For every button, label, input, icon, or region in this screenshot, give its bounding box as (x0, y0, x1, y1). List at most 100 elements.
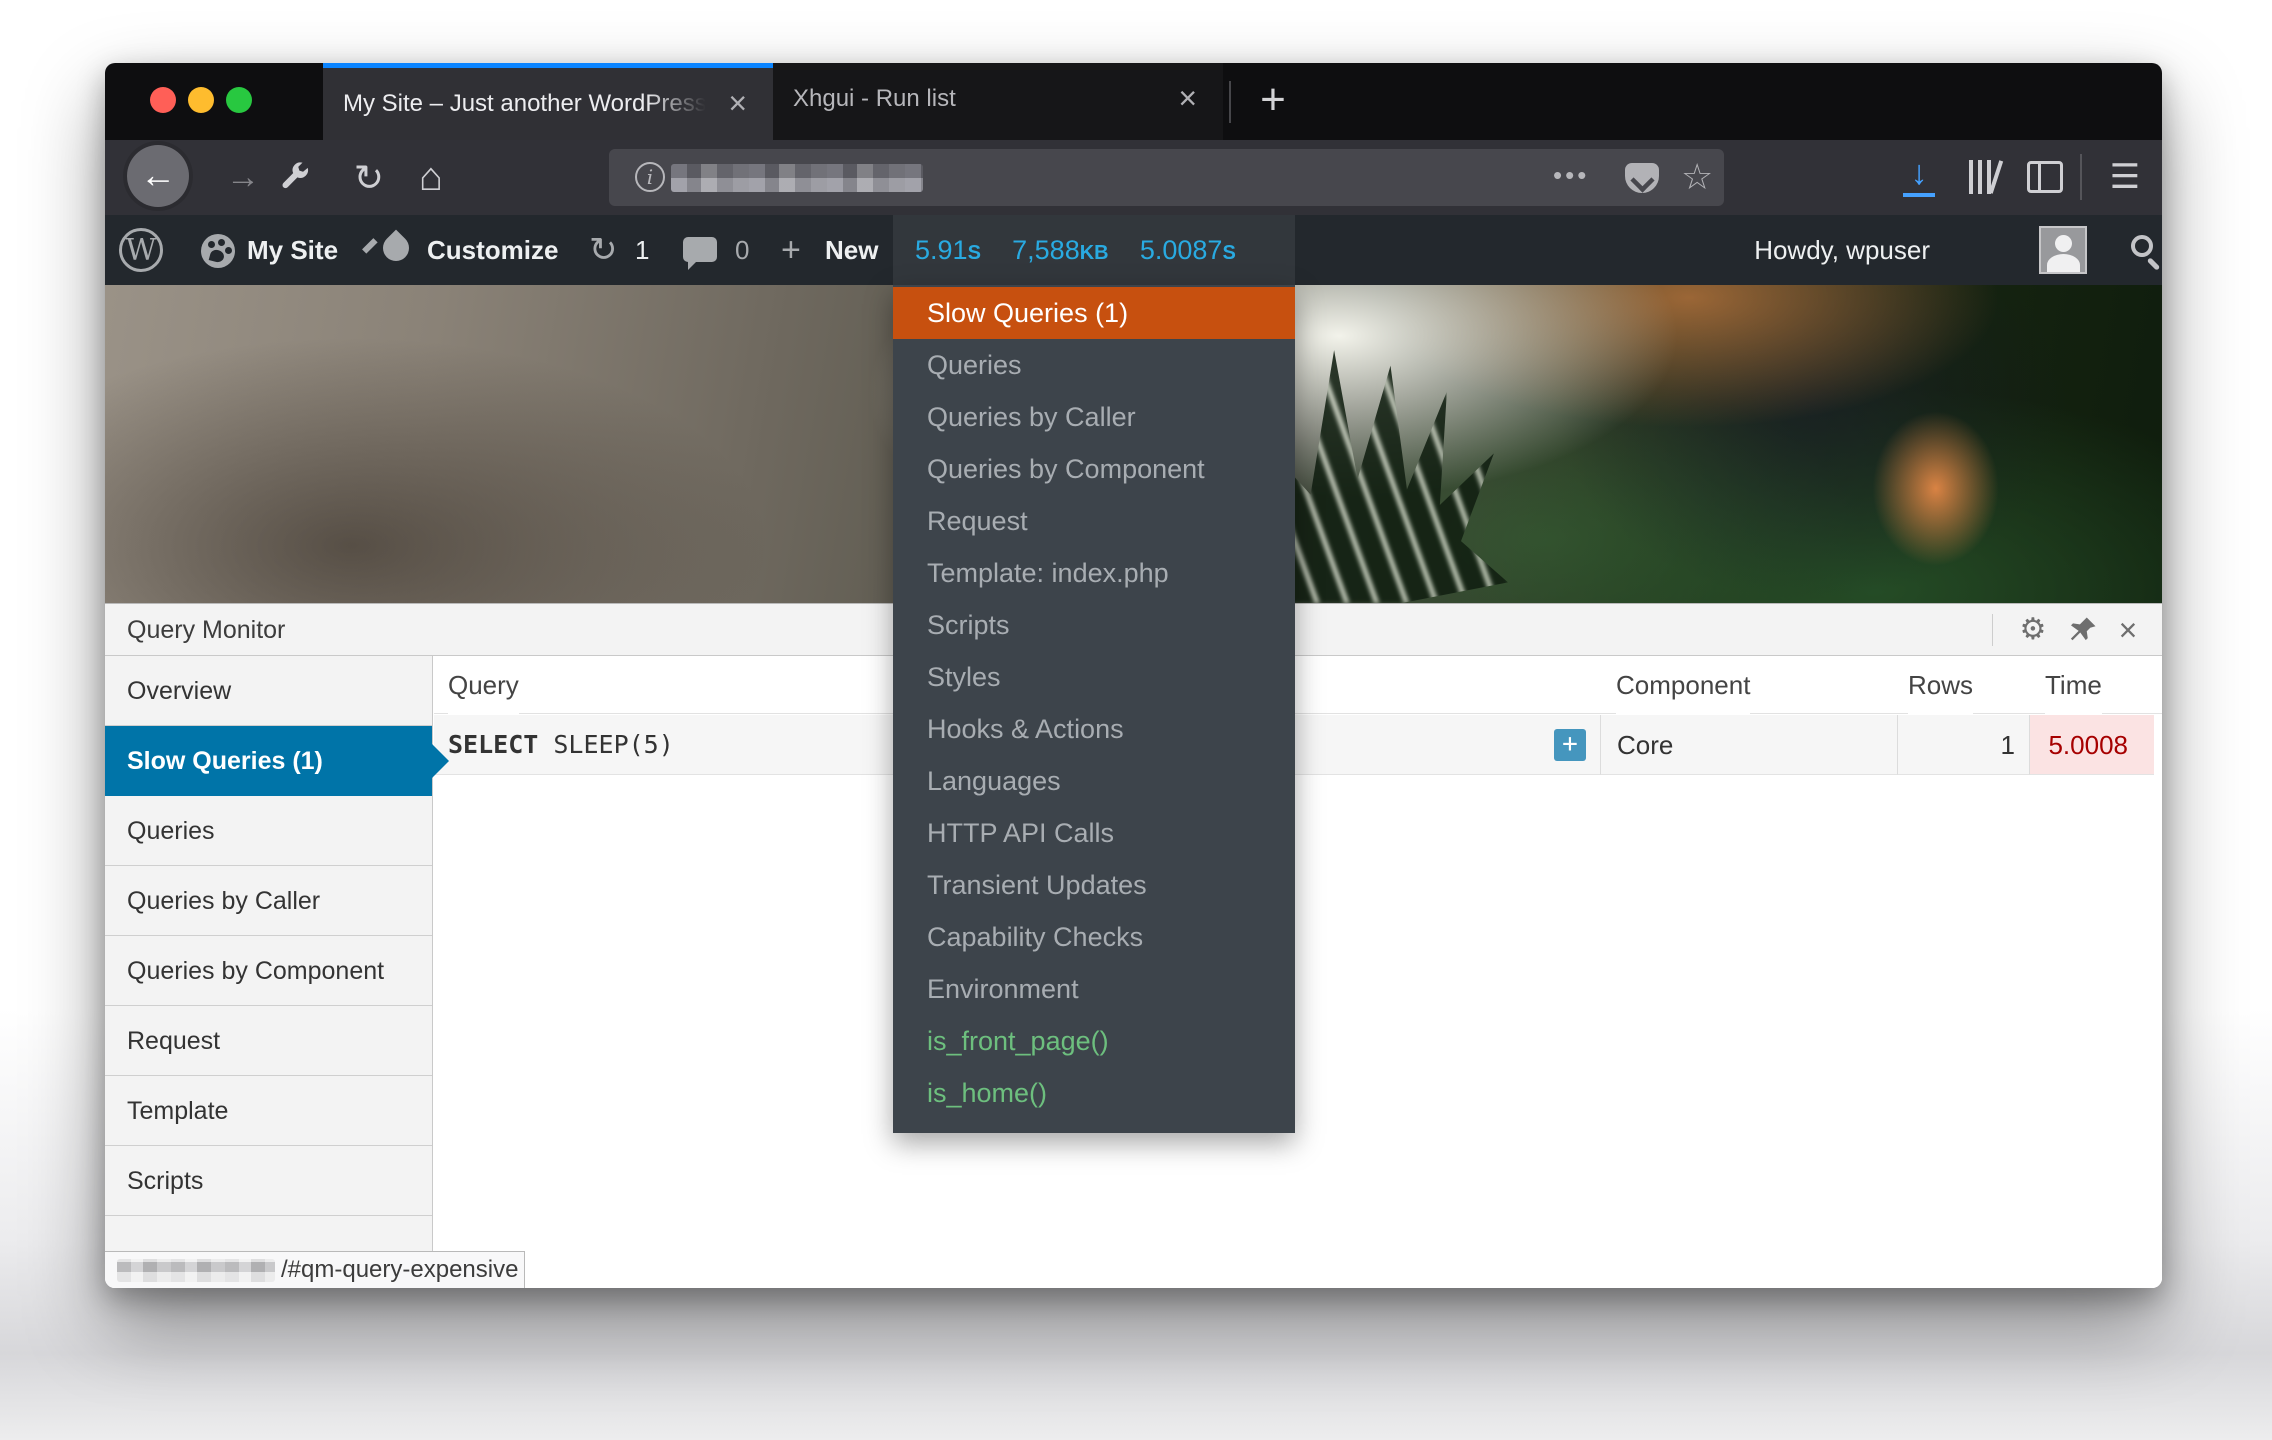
qm-menu-item-is-home[interactable]: is_home() (893, 1067, 1295, 1119)
howdy-user-menu[interactable]: Howdy, wpuser (1754, 215, 1930, 285)
new-content-menu[interactable]: New (825, 215, 878, 285)
site-info-icon[interactable]: i (635, 162, 665, 192)
qm-menu-item-styles[interactable]: Styles (893, 651, 1295, 703)
rows-cell: 1 (1897, 715, 2029, 775)
settings-gear-icon[interactable]: ⚙ (2011, 604, 2055, 656)
column-header-rows[interactable]: Rows (1908, 656, 1973, 714)
wrench-icon[interactable] (277, 140, 333, 215)
query-monitor-admin-item[interactable]: 5.91S 7,588KB 5.0087S 24Q (893, 215, 1295, 285)
back-button[interactable]: ← (127, 145, 189, 207)
close-tab-icon[interactable]: × (1178, 63, 1197, 135)
sql-keyword: SELECT (448, 730, 538, 759)
tab-bar: My Site – Just another WordPress si × Xh… (105, 63, 2162, 140)
toolbar-separator (2080, 154, 2082, 200)
qm-table-header-row: Query Component Rows Time (434, 656, 2162, 714)
download-bar (1903, 193, 1935, 197)
qm-sidebar-item-template[interactable]: Template (105, 1076, 432, 1146)
tab-xhgui[interactable]: Xhgui - Run list × (773, 63, 1223, 140)
column-header-time[interactable]: Time (2045, 656, 2102, 714)
qm-table-area: Query Component Rows Time SELECT SLEEP(5… (434, 656, 2162, 1288)
qm-menu-item-slow-queries[interactable]: Slow Queries (1) (893, 287, 1295, 339)
url-bar[interactable]: i ••• ☆ (609, 149, 1724, 206)
wp-admin-bar: W My Site Customize ↻ 1 0 + New 5.91S 7,… (105, 215, 2162, 285)
new-tab-button[interactable]: + (1241, 63, 1305, 140)
browser-window: My Site – Just another WordPress si × Xh… (105, 63, 2162, 1288)
new-content-plus-icon[interactable]: + (781, 215, 801, 285)
qm-menu-item-hooks-actions[interactable]: Hooks & Actions (893, 703, 1295, 755)
qm-menu-item-scripts[interactable]: Scripts (893, 599, 1295, 651)
zoom-window-button[interactable] (226, 87, 252, 113)
forward-button[interactable]: → (215, 140, 271, 215)
library-button[interactable] (1953, 140, 2009, 215)
tab-title: Xhgui - Run list (793, 63, 1153, 135)
blurred-status-url (117, 1259, 275, 1282)
pocket-icon[interactable] (1625, 163, 1659, 193)
qm-stat-query-time: 5.0087 (1140, 235, 1223, 265)
qm-menu-item-queries-by-caller[interactable]: Queries by Caller (893, 391, 1295, 443)
qm-sidebar-item-partial[interactable] (105, 1216, 432, 1253)
comments-count[interactable]: 0 (735, 215, 749, 285)
qm-sidebar-item-request[interactable]: Request (105, 1006, 432, 1076)
status-url-suffix: /#qm-query-expensive (281, 1252, 518, 1288)
tab-separator (1229, 81, 1231, 123)
qm-menu-item-template[interactable]: Template: index.php (893, 547, 1295, 599)
customize-menu[interactable]: Customize (427, 215, 558, 285)
download-arrow-icon: ↓ (1911, 154, 1928, 192)
pin-icon[interactable] (2061, 604, 2105, 656)
user-avatar[interactable] (2039, 226, 2087, 274)
qm-header-separator (1992, 614, 1993, 646)
home-button[interactable]: ⌂ (403, 140, 459, 215)
page-actions-icon[interactable]: ••• (1553, 149, 1589, 206)
qm-sidebar-item-slow-queries[interactable]: Slow Queries (1) (105, 726, 432, 796)
qm-menu-item-queries[interactable]: Queries (893, 339, 1295, 391)
qm-stat-time: 5.91 (915, 235, 968, 265)
bookmark-star-icon[interactable]: ☆ (1681, 149, 1713, 206)
component-cell: Core (1600, 715, 1897, 775)
qm-sidebar-item-queries[interactable]: Queries (105, 796, 432, 866)
qm-menu-item-http-api-calls[interactable]: HTTP API Calls (893, 807, 1295, 859)
tab-my-site[interactable]: My Site – Just another WordPress si × (323, 63, 773, 140)
qm-panel-title: Query Monitor (127, 604, 285, 656)
qm-sidebar-item-scripts[interactable]: Scripts (105, 1146, 432, 1216)
minimize-window-button[interactable] (188, 87, 214, 113)
column-header-query[interactable]: Query (448, 656, 519, 714)
reload-button[interactable]: ↻ (341, 140, 397, 215)
qm-sidebar-item-overview[interactable]: Overview (105, 656, 432, 726)
qm-sidebar-item-queries-by-component[interactable]: Queries by Component (105, 936, 432, 1006)
updates-count[interactable]: 1 (635, 215, 649, 285)
customize-brush-icon[interactable] (378, 230, 415, 267)
updates-icon[interactable]: ↻ (589, 215, 618, 285)
qm-menu-item-is-front-page[interactable]: is_front_page() (893, 1015, 1295, 1067)
query-monitor-dropdown: Slow Queries (1) Queries Queries by Call… (893, 285, 1295, 1133)
downloads-button[interactable]: ↓ (1891, 140, 1947, 215)
comments-icon[interactable] (683, 237, 717, 262)
my-site-icon[interactable] (201, 234, 235, 268)
succulent-plant-image (1273, 345, 1508, 603)
close-tab-icon[interactable]: × (728, 68, 747, 140)
qm-sidebar-item-queries-by-caller[interactable]: Queries by Caller (105, 866, 432, 936)
close-window-button[interactable] (150, 87, 176, 113)
qm-menu-item-request[interactable]: Request (893, 495, 1295, 547)
tab-title: My Site – Just another WordPress si (343, 68, 713, 140)
slow-query-table-row: SELECT SLEEP(5) + Core 1 5.0008 (434, 715, 2162, 775)
qm-menu-item-queries-by-component[interactable]: Queries by Component (893, 443, 1295, 495)
time-cell: 5.0008 (2029, 715, 2154, 775)
qm-menu-item-languages[interactable]: Languages (893, 755, 1295, 807)
menu-button[interactable]: ☰ (2097, 140, 2153, 215)
column-header-component[interactable]: Component (1616, 656, 1750, 714)
sql-rest: SLEEP(5) (538, 730, 673, 759)
qm-sidebar: Overview Slow Queries (1) Queries Querie… (105, 656, 433, 1288)
qm-menu-item-capability-checks[interactable]: Capability Checks (893, 911, 1295, 963)
sidebar-toggle-button[interactable] (2015, 140, 2071, 215)
wordpress-logo-icon[interactable]: W (119, 228, 163, 272)
my-site-menu[interactable]: My Site (247, 215, 338, 285)
blurred-url-text (671, 164, 923, 192)
navigation-toolbar: ← → ↻ ⌂ i ••• ☆ ↓ ☰ (105, 140, 2162, 215)
qm-stat-memory: 7,588 (1012, 235, 1080, 265)
qm-menu-item-environment[interactable]: Environment (893, 963, 1295, 1015)
link-status-tooltip: /#qm-query-expensive (105, 1251, 525, 1288)
close-panel-icon[interactable]: × (2106, 604, 2150, 656)
search-icon[interactable] (2131, 235, 2153, 257)
qm-menu-item-transient-updates[interactable]: Transient Updates (893, 859, 1295, 911)
expand-query-button[interactable]: + (1554, 729, 1586, 761)
